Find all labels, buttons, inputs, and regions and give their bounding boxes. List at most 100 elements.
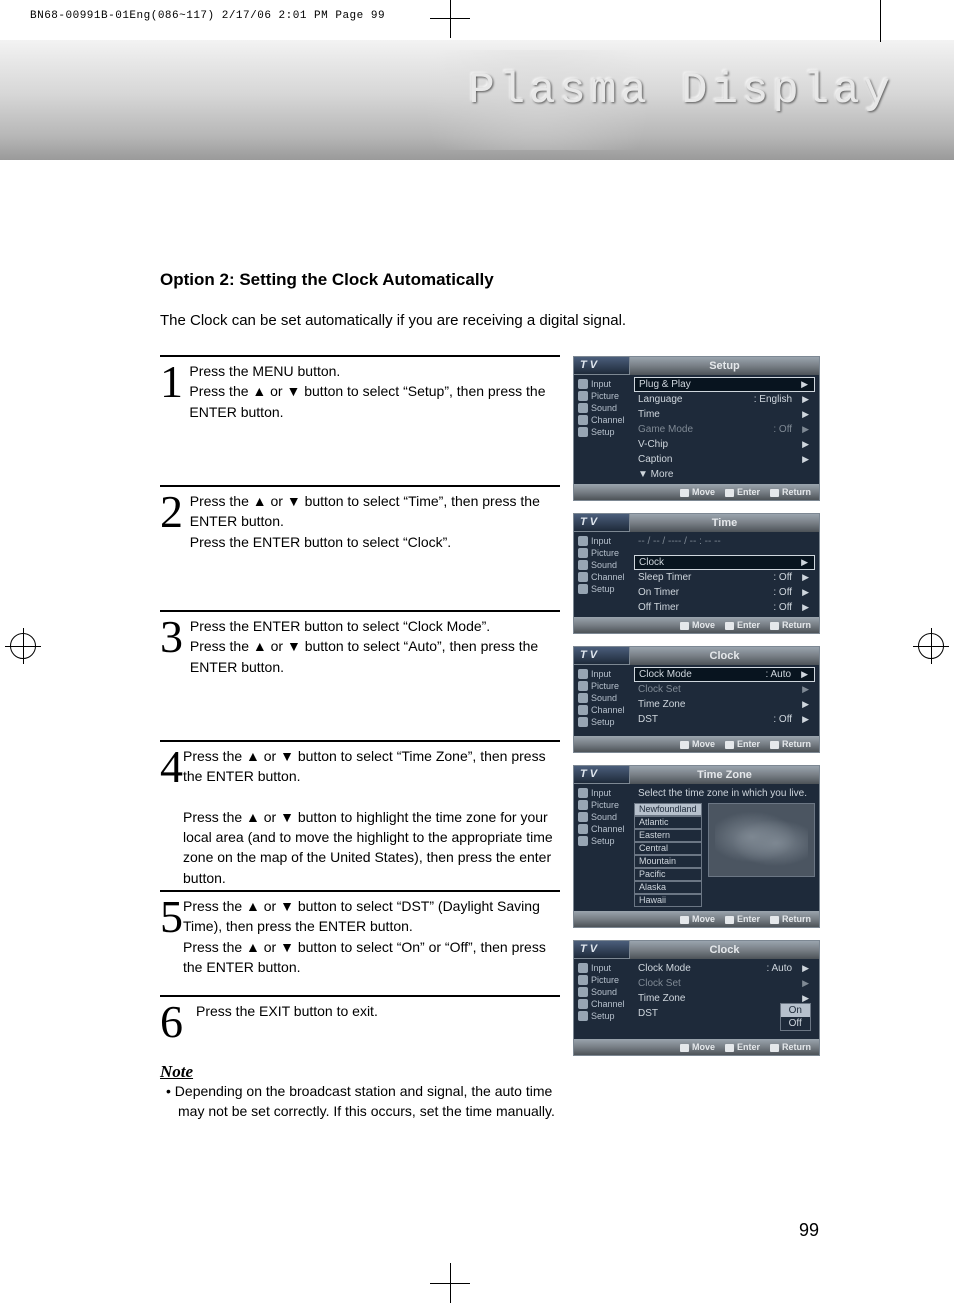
sidebar-item: Setup: [574, 426, 630, 438]
osd-row-label: Language: [638, 393, 683, 406]
osd-sidebar: InputPictureSoundChannelSetup: [574, 959, 630, 1039]
osd-row-value: : Off: [773, 571, 792, 584]
arrow-icon: ▶: [802, 683, 809, 696]
arrow-icon: ▶: [802, 713, 809, 726]
sidebar-item: Picture: [574, 799, 630, 811]
sidebar-item: Setup: [574, 835, 630, 847]
page-number: 99: [799, 1220, 819, 1241]
osd-sidebar: InputPictureSoundChannelSetup: [574, 665, 630, 736]
osd-row: Clock▶: [634, 555, 815, 570]
osd-title: Time Zone: [630, 766, 819, 784]
sidebar-label: Picture: [591, 975, 619, 985]
sidebar-item: Sound: [574, 692, 630, 704]
footer-move: Move: [680, 487, 715, 497]
sidebar-icon: [578, 415, 588, 425]
sidebar-item: Channel: [574, 823, 630, 835]
sidebar-label: Picture: [591, 548, 619, 558]
banner-title: Plasma Display: [468, 66, 894, 116]
print-header: BN68-00991B-01Eng(086~117) 2/17/06 2:01 …: [30, 10, 385, 22]
registration-mark: [918, 633, 944, 659]
osd-panel: T VSetupInputPictureSoundChannelSetupPlu…: [573, 356, 820, 501]
osd-footer: MoveEnterReturn: [574, 736, 819, 752]
osd-row-label: Time Zone: [638, 698, 685, 711]
sidebar-icon: [578, 379, 588, 389]
osd-row-value: : Off: [773, 601, 792, 614]
osd-row: Game Mode: Off▶: [630, 422, 819, 437]
tz-map: [708, 803, 815, 877]
sidebar-label: Sound: [591, 403, 617, 413]
section-title: Option 2: Setting the Clock Automaticall…: [160, 270, 819, 290]
arrow-icon: ▶: [802, 601, 809, 614]
sidebar-icon: [578, 975, 588, 985]
osd-row-label: Clock Set: [638, 683, 681, 696]
note-body: Depending on the broadcast station and s…: [178, 1082, 568, 1121]
step-number: 3: [160, 616, 190, 657]
osd-footer: MoveEnterReturn: [574, 617, 819, 633]
osd-sidebar: InputPictureSoundChannelSetup: [574, 375, 630, 484]
tz-option: Pacific: [634, 868, 702, 881]
sidebar-item: Picture: [574, 547, 630, 559]
osd-row-label: Clock: [639, 556, 664, 569]
sidebar-item: Input: [574, 668, 630, 680]
footer-enter: Enter: [725, 487, 760, 497]
sidebar-label: Input: [591, 788, 611, 798]
step: 5Press the ▲ or ▼ button to select “DST”…: [160, 890, 560, 995]
osd-row: Clock Mode: Auto▶: [634, 667, 815, 682]
osd-stack: T VSetupInputPictureSoundChannelSetupPlu…: [573, 356, 820, 1056]
footer-enter: Enter: [725, 739, 760, 749]
osd-row-value: : Auto: [766, 668, 792, 681]
osd-row-value: : Off: [773, 713, 792, 726]
osd-row-label: V-Chip: [638, 438, 668, 451]
osd-panel: T VTimeInputPictureSoundChannelSetup -- …: [573, 513, 820, 634]
footer-move: Move: [680, 914, 715, 924]
sidebar-label: Channel: [591, 999, 625, 1009]
sidebar-icon: [578, 717, 588, 727]
osd-row-label: ▼ More: [638, 468, 673, 481]
osd-row: Off Timer: Off▶: [630, 600, 819, 615]
osd-row-label: DST: [638, 713, 658, 726]
arrow-icon: ▶: [802, 698, 809, 711]
sidebar-icon: [578, 403, 588, 413]
tz-option: Central: [634, 842, 702, 855]
osd-row-value: : English: [754, 393, 792, 406]
sidebar-item: Channel: [574, 998, 630, 1010]
step: 3Press the ENTER button to select “Clock…: [160, 610, 560, 740]
step-number: 5: [160, 896, 183, 937]
osd-row-value: : Off: [773, 423, 792, 436]
arrow-icon: ▶: [802, 393, 809, 406]
osd-title: Time: [630, 514, 819, 532]
sidebar-label: Setup: [591, 584, 615, 594]
osd-row-label: Caption: [638, 453, 672, 466]
tz-options: NewfoundlandAtlanticEasternCentralMounta…: [634, 803, 702, 907]
tv-tag: T V: [574, 357, 630, 375]
sidebar-label: Channel: [591, 824, 625, 834]
arrow-icon: ▶: [802, 962, 809, 975]
sidebar-item: Input: [574, 787, 630, 799]
sidebar-item: Setup: [574, 1010, 630, 1022]
sidebar-item: Picture: [574, 680, 630, 692]
dst-option: On: [781, 1004, 810, 1017]
osd-main: Plug & Play▶Language: English▶Time▶Game …: [630, 375, 819, 484]
osd-row-label: On Timer: [638, 586, 679, 599]
sidebar-item: Sound: [574, 986, 630, 998]
osd-row-label: Clock Set: [638, 977, 681, 990]
sidebar-label: Sound: [591, 693, 617, 703]
arrow-icon: ▶: [802, 586, 809, 599]
sidebar-icon: [578, 391, 588, 401]
sidebar-item: Sound: [574, 559, 630, 571]
osd-row-label: DST: [638, 1007, 658, 1020]
arrow-icon: ▶: [801, 378, 808, 391]
osd-title: Setup: [630, 357, 819, 375]
osd-row: DST : Off ▶: [630, 712, 819, 727]
footer-return: Return: [770, 487, 811, 497]
footer-enter: Enter: [725, 914, 760, 924]
tz-option: Mountain: [634, 855, 702, 868]
step: 6Press the EXIT button to exit.: [160, 995, 560, 1042]
sidebar-icon: [578, 427, 588, 437]
tz-prompt: Select the time zone in which you live.: [630, 786, 819, 803]
crop-mark: [430, 1263, 470, 1303]
sidebar-icon: [578, 812, 588, 822]
sidebar-icon: [578, 999, 588, 1009]
sidebar-label: Setup: [591, 427, 615, 437]
osd-main: Clock Mode: Auto▶Clock Set▶Time Zone▶DST…: [630, 665, 819, 736]
